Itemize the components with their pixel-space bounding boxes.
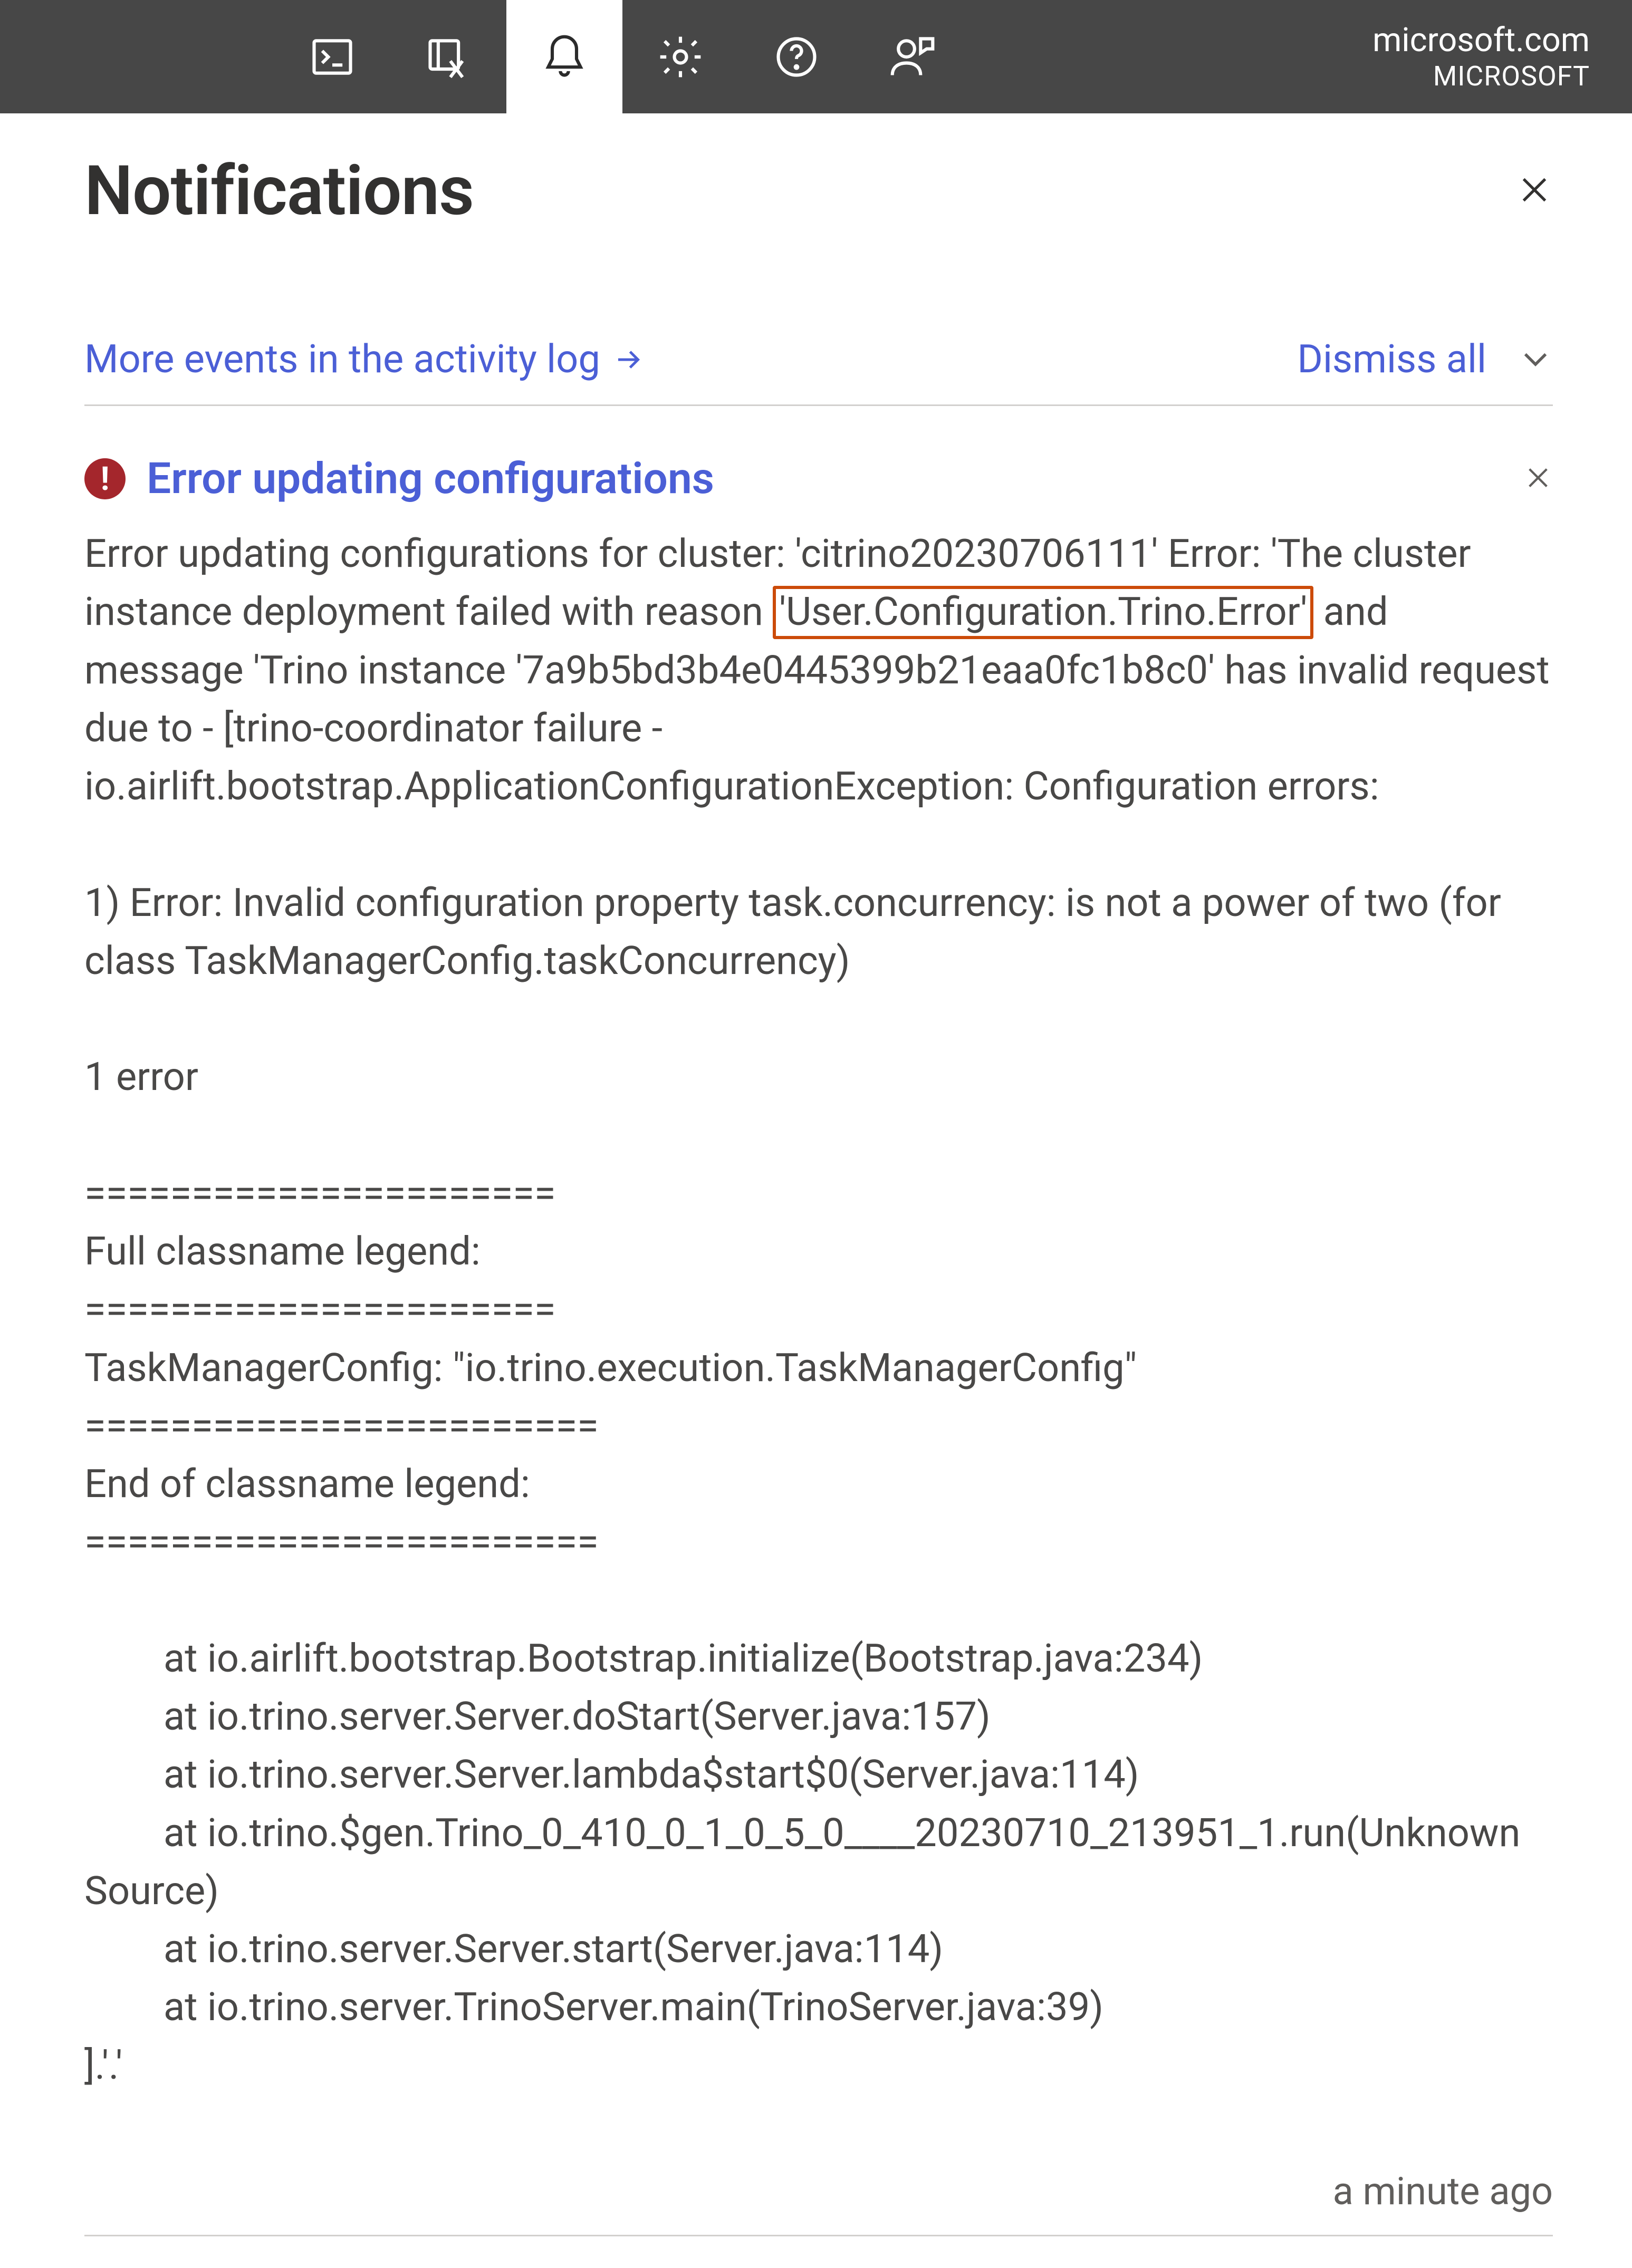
panel-header: Notifications [84,150,1553,231]
stack-line-cont: Source) [84,1868,219,1914]
feedback-icon[interactable] [855,0,971,113]
global-topbar: microsoft.com MICROSOFT [0,0,1632,113]
panel-action-bar: More events in the activity log Dismiss … [84,336,1553,406]
body-tail: ].'.' [84,2043,122,2089]
notifications-icon[interactable] [506,0,622,113]
dismiss-all-link[interactable]: Dismiss all [1297,336,1486,382]
filter-icon[interactable] [390,0,506,113]
close-panel-button[interactable] [1516,171,1553,210]
body-post-1: and message 'Trino instance '7a9b5bd3b4e… [84,589,1559,1565]
tenant-domain: microsoft.com [1372,21,1590,61]
stack-line: at io.trino.server.Server.lambda$start$0… [84,1746,1139,1804]
highlighted-error-code: 'User.Configuration.Trino.Error' [773,586,1313,639]
cloud-shell-icon[interactable] [274,0,390,113]
stack-line: at io.trino.$gen.Trino_0_410_0_1_0_5_0__… [84,1804,1520,1862]
tenant-info[interactable]: microsoft.com MICROSOFT [1372,0,1590,113]
help-icon[interactable] [738,0,855,113]
chevron-down-icon[interactable] [1518,341,1553,378]
tenant-name: MICROSOFT [1433,60,1590,93]
activity-log-link[interactable]: More events in the activity log [84,336,645,382]
activity-log-link-label: More events in the activity log [84,336,600,382]
dismiss-notification-button[interactable] [1523,463,1553,495]
notification-title[interactable]: Error updating configurations [147,453,714,504]
notification-item: ! Error updating configurations Error up… [84,406,1553,2236]
stack-line: at io.trino.server.Server.doStart(Server… [84,1688,991,1746]
error-icon: ! [84,458,126,499]
stack-line: at io.airlift.bootstrap.Bootstrap.initia… [84,1630,1203,1688]
notification-footer: a minute ago [84,2169,1553,2214]
notification-header: ! Error updating configurations [84,453,1553,504]
notifications-panel: Notifications More events in the activit… [0,113,1632,2268]
notification-body: Error updating configurations for cluste… [84,525,1553,2095]
notification-timestamp: a minute ago [1333,2169,1553,2214]
stack-line: at io.trino.server.Server.start(Server.j… [84,1920,943,1979]
stack-line: at io.trino.server.TrinoServer.main(Trin… [84,1979,1103,2037]
topbar-icon-strip [274,0,971,113]
panel-title: Notifications [84,150,474,231]
settings-icon[interactable] [622,0,738,113]
